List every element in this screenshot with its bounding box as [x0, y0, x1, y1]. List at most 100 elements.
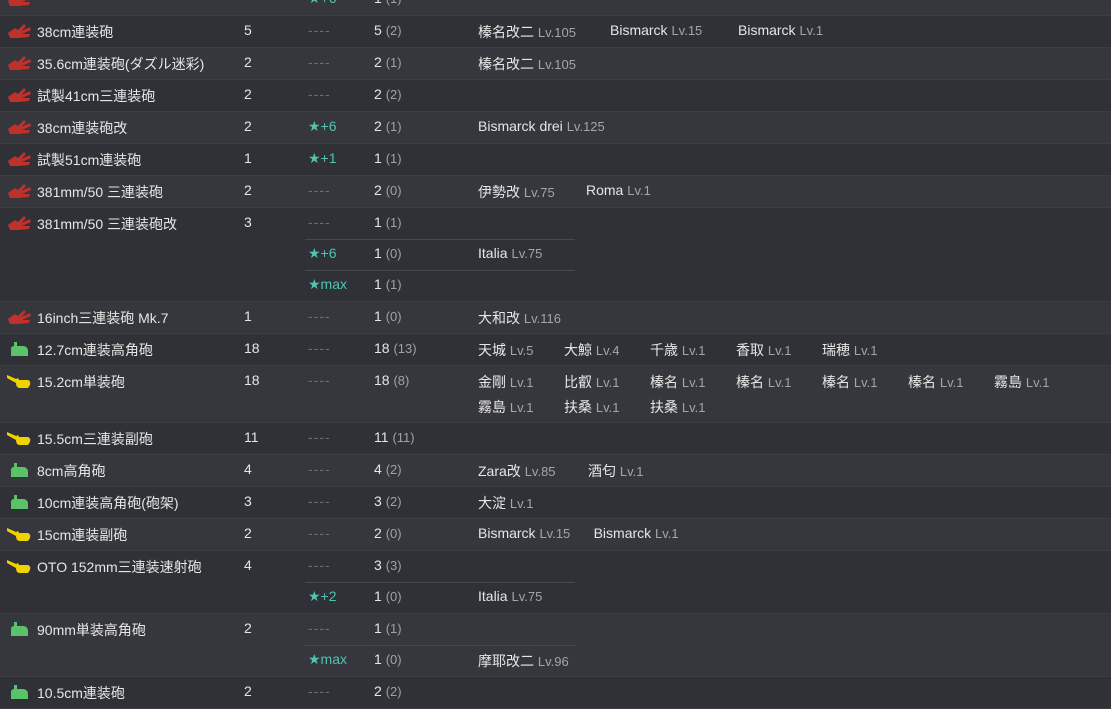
group-count: 2 (2): [374, 683, 402, 699]
ship-entry[interactable]: Bismarck Lv.1: [594, 525, 679, 541]
equipment-row[interactable]: OTO 152mm三連装速射砲 4 ---- 3 (3) ★+2 1 (0) Italia …: [0, 551, 1111, 614]
equipment-row[interactable]: 15.2cm単装砲 18 ---- 18 (8) 金剛 Lv.1 比叡 Lv.1 榛名 Lv…: [0, 366, 1111, 423]
improvement-group: ---- 3 (3): [0, 551, 1111, 582]
ship-level: Lv.96: [537, 654, 569, 669]
ship-entry[interactable]: 千歳 Lv.1: [650, 340, 706, 360]
ship-entry[interactable]: 扶桑 Lv.1: [564, 397, 620, 417]
ship-entry[interactable]: 酒匂 Lv.1: [588, 461, 644, 481]
ship-name: 榛名改二: [478, 24, 534, 40]
ship-entry[interactable]: Italia Lv.75: [478, 245, 542, 261]
ship-entry[interactable]: 霧島 Lv.1: [478, 397, 534, 417]
equipment-row[interactable]: 試製51cm連装砲 1 ★+1 1 (1): [0, 144, 1111, 176]
ship-entry[interactable]: Italia Lv.75: [478, 588, 542, 604]
ship-name: 瑞穂: [822, 342, 850, 358]
ship-entry[interactable]: Roma Lv.1: [586, 182, 651, 198]
no-improvement-label: ----: [308, 683, 331, 699]
ship-level: Lv.75: [523, 185, 555, 200]
ship-entry[interactable]: 金剛 Lv.1: [478, 372, 534, 392]
equipment-row[interactable]: 試製41cm三連装砲 2 ---- 2 (2): [0, 80, 1111, 112]
ship-entry[interactable]: 榛名 Lv.1: [908, 372, 964, 392]
ship-entry[interactable]: 大鯨 Lv.4: [564, 340, 620, 360]
equipment-row[interactable]: ★+6 1 (1): [0, 0, 1111, 16]
ship-level: Lv.5: [509, 343, 534, 358]
ship-name: 霧島: [478, 399, 506, 415]
ship-entry[interactable]: Bismarck Lv.15: [610, 22, 702, 38]
ship-entry[interactable]: 大淀 Lv.1: [478, 493, 534, 513]
group-count: 1 (1): [374, 620, 402, 636]
equipment-row[interactable]: 8cm高角砲 4 ---- 4 (2) Zara改 Lv.85 酒匂 Lv.1: [0, 455, 1111, 487]
ship-name: 榛名: [650, 374, 678, 390]
group-free-count: (2): [385, 462, 402, 477]
ship-entry[interactable]: 榛名 Lv.1: [650, 372, 706, 392]
group-free-count: (1): [386, 0, 402, 6]
ship-level: Lv.1: [767, 343, 792, 358]
ship-entry[interactable]: 香取 Lv.1: [736, 340, 792, 360]
ship-entry[interactable]: Bismarck drei Lv.125: [478, 118, 605, 134]
group-count-value: 4: [374, 461, 382, 477]
equipment-row[interactable]: 381mm/50 三連装砲 2 ---- 2 (0) 伊勢改 Lv.75 Roma Lv.…: [0, 176, 1111, 208]
ship-name: Roma: [586, 182, 624, 198]
ship-entry[interactable]: 天城 Lv.5: [478, 340, 534, 360]
ship-entry[interactable]: 霧島 Lv.1: [994, 372, 1050, 392]
improvement-star-level: ★max: [308, 276, 347, 292]
improvement-group: ---- 2 (0) Bismarck Lv.15 Bismarck Lv.1: [0, 519, 1111, 550]
ship-name: 榛名: [908, 374, 936, 390]
improvement-group: ★+1 1 (1): [0, 144, 1111, 175]
ship-entry[interactable]: 榛名 Lv.1: [736, 372, 792, 392]
ship-entry[interactable]: 比叡 Lv.1: [564, 372, 620, 392]
no-improvement-label: ----: [308, 372, 331, 388]
improvement-group: ---- 18 (8) 金剛 Lv.1 比叡 Lv.1 榛名 Lv.1 榛名 Lv.1 榛名…: [0, 366, 1111, 422]
ship-name: 千歳: [650, 342, 678, 358]
group-count-value: 11: [374, 429, 389, 445]
improvement-star-level: ★+6: [308, 245, 337, 261]
equipment-row[interactable]: 35.6cm連装砲(ダズル迷彩) 2 ---- 2 (1) 榛名改二 Lv.105: [0, 48, 1111, 80]
ship-entry[interactable]: 榛名改二 Lv.105: [478, 54, 576, 74]
group-count-value: 1: [374, 0, 382, 6]
ship-name: 大和改: [478, 310, 520, 326]
group-count: 2 (2): [374, 86, 402, 102]
ship-level: Lv.4: [595, 343, 620, 358]
ship-entry[interactable]: Bismarck Lv.15: [478, 525, 570, 541]
ship-level: Lv.1: [799, 23, 824, 38]
equipment-row[interactable]: 38cm連装砲 5 ---- 5 (2) 榛名改二 Lv.105 Bismarck Lv.…: [0, 16, 1111, 48]
group-count: 2 (1): [374, 54, 402, 70]
equipment-row[interactable]: 90mm単装高角砲 2 ---- 1 (1) ★max 1 (0) 摩耶改二 Lv.96: [0, 614, 1111, 677]
equipment-row[interactable]: 12.7cm連装高角砲 18 ---- 18 (13) 天城 Lv.5 大鯨 Lv.4 千歳…: [0, 334, 1111, 366]
group-count: 3 (2): [374, 493, 402, 509]
ship-level: Lv.75: [511, 246, 543, 261]
group-free-count: (13): [393, 341, 417, 356]
ship-entry[interactable]: 瑞穂 Lv.1: [822, 340, 878, 360]
equipment-row[interactable]: 38cm連装砲改 2 ★+6 2 (1) Bismarck drei Lv.125: [0, 112, 1111, 144]
ship-entry[interactable]: 伊勢改 Lv.75: [478, 182, 555, 202]
no-improvement-label: ----: [308, 22, 331, 38]
equipment-row[interactable]: 16inch三連装砲 Mk.7 1 ---- 1 (0) 大和改 Lv.116: [0, 302, 1111, 334]
ship-level: Lv.1: [627, 183, 651, 198]
ship-entry[interactable]: Bismarck Lv.1: [738, 22, 823, 38]
ship-entry[interactable]: 榛名改二 Lv.105: [478, 22, 576, 42]
equipment-row[interactable]: 10.5cm連装砲 2 ---- 2 (2): [0, 677, 1111, 709]
group-count-value: 1: [374, 588, 382, 604]
improvement-group: ---- 2 (0) 伊勢改 Lv.75 Roma Lv.1: [0, 176, 1111, 207]
improvement-star-level: ★+6: [308, 0, 337, 7]
ship-entry[interactable]: 扶桑 Lv.1: [650, 397, 706, 417]
equipment-row[interactable]: 381mm/50 三連装砲改 3 ---- 1 (1) ★+6 1 (0) Italia L…: [0, 208, 1111, 302]
improvement-group: ---- 18 (13) 天城 Lv.5 大鯨 Lv.4 千歳 Lv.1 香取 Lv.1 瑞…: [0, 334, 1111, 365]
ship-entry[interactable]: Zara改 Lv.85: [478, 461, 556, 481]
group-count: 1 (1): [374, 214, 402, 230]
improvement-group: ---- 2 (2): [0, 80, 1111, 111]
equipment-row[interactable]: 10cm連装高角砲(砲架) 3 ---- 3 (2) 大淀 Lv.1: [0, 487, 1111, 519]
ship-entry[interactable]: 榛名 Lv.1: [822, 372, 878, 392]
group-count: 2 (0): [374, 525, 402, 541]
group-free-count: (2): [385, 684, 402, 699]
equipment-row[interactable]: 15cm連装副砲 2 ---- 2 (0) Bismarck Lv.15 Bismarck…: [0, 519, 1111, 551]
no-improvement-label: ----: [308, 493, 331, 509]
ship-entry[interactable]: 大和改 Lv.116: [478, 308, 561, 328]
ship-name: 比叡: [564, 374, 592, 390]
ship-entry[interactable]: 摩耶改二 Lv.96: [478, 651, 569, 671]
group-count: 4 (2): [374, 461, 402, 477]
ship-name: Zara改: [478, 463, 521, 479]
group-free-count: (1): [385, 277, 402, 292]
group-count: 1 (0): [374, 308, 402, 324]
equipment-row[interactable]: 15.5cm三連装副砲 11 ---- 11 (11): [0, 423, 1111, 455]
ship-name: 扶桑: [564, 399, 592, 415]
